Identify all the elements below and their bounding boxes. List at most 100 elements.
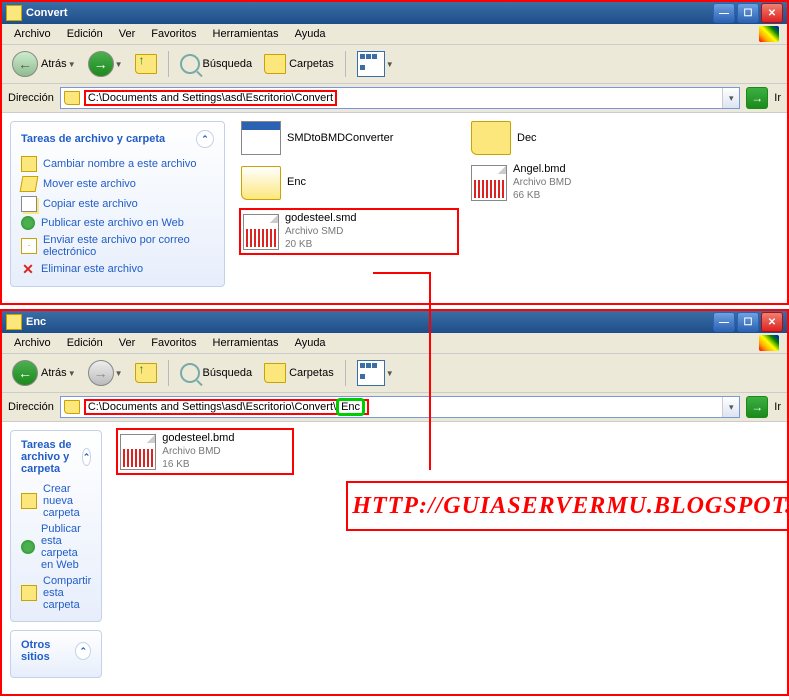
title-bar[interactable]: Enc — ☐ ✕ — [2, 311, 787, 333]
file-item-godesteel-selected[interactable]: godesteel.smdArchivo SMD20 KB — [239, 208, 459, 255]
search-button[interactable]: Búsqueda — [176, 361, 257, 385]
move-icon — [20, 176, 39, 192]
close-button[interactable]: ✕ — [761, 312, 783, 332]
minimize-button[interactable]: — — [713, 312, 735, 332]
menu-edicion[interactable]: Edición — [59, 26, 111, 42]
chevron-down-icon[interactable]: ▼ — [115, 369, 123, 378]
collapse-icon[interactable]: ⌃ — [75, 642, 91, 660]
tasks-pane: Tareas de archivo y carpeta⌃ Cambiar nom… — [10, 121, 225, 287]
address-highlight-enc: Enc — [336, 398, 365, 416]
views-button[interactable]: ▼ — [353, 49, 398, 79]
globe-icon — [21, 540, 35, 554]
go-label: Ir — [774, 401, 781, 413]
menu-bar: Archivo Edición Ver Favoritos Herramient… — [2, 333, 787, 354]
address-bar: Dirección C:\Documents and Settings\asd\… — [2, 84, 787, 113]
other-pane: Otros sitios⌃ — [10, 630, 102, 678]
side-panel: Tareas de archivo y carpeta⌃ Crear nueva… — [2, 422, 110, 694]
explorer-window-convert: Convert — ☐ ✕ Archivo Edición Ver Favori… — [0, 0, 789, 305]
address-dropdown[interactable]: ▾ — [722, 397, 739, 417]
annotation-line — [429, 272, 431, 470]
task-publish[interactable]: Publicar este archivo en Web — [21, 214, 214, 232]
menu-ayuda[interactable]: Ayuda — [287, 26, 334, 42]
file-item-dec[interactable]: Dec — [469, 119, 689, 157]
minimize-button[interactable]: — — [713, 3, 735, 23]
file-list[interactable]: godesteel.bmdArchivo BMD16 KB HTTP://GUI… — [110, 422, 789, 543]
back-button[interactable]: ←Atrás▼ — [8, 49, 80, 79]
tasks-pane: Tareas de archivo y carpeta⌃ Crear nueva… — [10, 430, 102, 622]
chevron-down-icon[interactable]: ▼ — [115, 60, 123, 69]
task-delete[interactable]: ✕Eliminar este archivo — [21, 260, 214, 278]
file-item-smdconv[interactable]: SMDtoBMDConverter — [239, 119, 459, 157]
folders-button[interactable]: Carpetas — [260, 52, 338, 76]
task-new-folder[interactable]: Crear nueva carpeta — [21, 481, 91, 521]
menu-herramientas[interactable]: Herramientas — [205, 335, 287, 351]
menu-edicion[interactable]: Edición — [59, 335, 111, 351]
back-button[interactable]: ←Atrás▼ — [8, 358, 80, 388]
views-button[interactable]: ▼ — [353, 358, 398, 388]
separator — [345, 51, 346, 77]
separator — [345, 360, 346, 386]
forward-button[interactable]: →▼ — [84, 49, 127, 79]
maximize-button[interactable]: ☐ — [737, 3, 759, 23]
windows-flag-icon — [759, 335, 779, 351]
menu-favoritos[interactable]: Favoritos — [143, 26, 204, 42]
folder-icon — [64, 91, 80, 105]
task-copy[interactable]: Copiar este archivo — [21, 194, 214, 214]
task-rename[interactable]: Cambiar nombre a este archivo — [21, 154, 214, 174]
menu-archivo[interactable]: Archivo — [6, 335, 59, 351]
explorer-window-enc: Enc — ☐ ✕ Archivo Edición Ver Favoritos … — [0, 309, 789, 696]
chevron-down-icon[interactable]: ▼ — [386, 369, 394, 378]
file-item-angel[interactable]: Angel.bmdArchivo BMD66 KB — [469, 161, 689, 204]
menu-ayuda[interactable]: Ayuda — [287, 335, 334, 351]
chevron-down-icon[interactable]: ▼ — [68, 369, 76, 378]
globe-icon — [21, 216, 35, 230]
address-dropdown[interactable]: ▾ — [722, 88, 739, 108]
address-label: Dirección — [8, 401, 54, 413]
toolbar: ←Atrás▼ →▼ Búsqueda Carpetas ▼ — [2, 45, 787, 84]
search-icon — [180, 363, 200, 383]
file-item-godesteel-bmd[interactable]: godesteel.bmdArchivo BMD16 KB — [116, 428, 294, 475]
menu-archivo[interactable]: Archivo — [6, 26, 59, 42]
mail-icon — [21, 238, 37, 254]
menu-herramientas[interactable]: Herramientas — [205, 26, 287, 42]
forward-button[interactable]: →▼ — [84, 358, 127, 388]
window-title: Convert — [26, 7, 711, 19]
task-share[interactable]: Compartir esta carpeta — [21, 573, 91, 613]
folder-icon — [241, 166, 281, 200]
go-button[interactable]: → — [746, 396, 768, 418]
file-item-enc[interactable]: Enc — [239, 161, 459, 204]
close-button[interactable]: ✕ — [761, 3, 783, 23]
go-button[interactable]: → — [746, 87, 768, 109]
menu-ver[interactable]: Ver — [111, 335, 144, 351]
address-input[interactable]: C:\Documents and Settings\asd\Escritorio… — [60, 396, 740, 418]
address-input[interactable]: C:\Documents and Settings\asd\Escritorio… — [60, 87, 740, 109]
collapse-icon[interactable]: ⌃ — [196, 130, 214, 148]
menu-ver[interactable]: Ver — [111, 26, 144, 42]
file-list[interactable]: SMDtoBMDConverter Dec Enc Angel.bmdArchi… — [233, 113, 787, 261]
task-move[interactable]: Mover este archivo — [21, 174, 214, 194]
title-bar[interactable]: Convert — ☐ ✕ — [2, 2, 787, 24]
collapse-icon[interactable]: ⌃ — [82, 448, 92, 466]
chevron-down-icon[interactable]: ▼ — [386, 60, 394, 69]
windows-flag-icon — [759, 26, 779, 42]
task-publish[interactable]: Publicar esta carpeta en Web — [21, 521, 91, 573]
separator — [168, 360, 169, 386]
chevron-down-icon[interactable]: ▼ — [68, 60, 76, 69]
window-body: Tareas de archivo y carpeta⌃ Cambiar nom… — [2, 113, 787, 303]
menu-favoritos[interactable]: Favoritos — [143, 335, 204, 351]
share-icon — [21, 585, 37, 601]
folder-icon — [471, 121, 511, 155]
address-path: C:\Documents and Settings\asd\Escritorio… — [84, 399, 369, 415]
maximize-button[interactable]: ☐ — [737, 312, 759, 332]
folders-button[interactable]: Carpetas — [260, 361, 338, 385]
folder-icon — [264, 363, 286, 383]
app-icon — [241, 121, 281, 155]
up-button[interactable] — [131, 361, 161, 385]
folder-icon — [264, 54, 286, 74]
tasks-title: Tareas de archivo y carpeta — [21, 439, 82, 475]
window-body: Tareas de archivo y carpeta⌃ Crear nueva… — [2, 422, 787, 694]
up-button[interactable] — [131, 52, 161, 76]
task-email[interactable]: Enviar este archivo por correo electróni… — [21, 232, 214, 260]
search-button[interactable]: Búsqueda — [176, 52, 257, 76]
delete-icon: ✕ — [21, 262, 35, 276]
